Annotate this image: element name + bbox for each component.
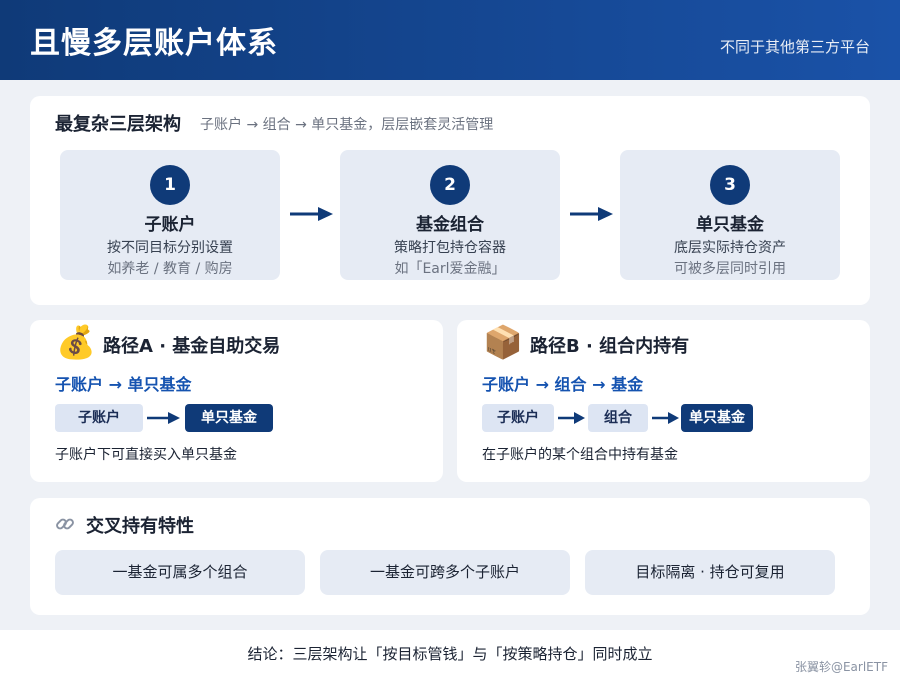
route-note: 在子账户的某个组合中持有基金 <box>482 447 678 463</box>
route-title: 路径A · 基金自助交易 <box>103 336 281 357</box>
layer-number-badge: 2 <box>430 165 470 205</box>
architecture-title: 最复杂三层架构 <box>55 114 181 135</box>
page-title: 且慢多层账户体系 <box>30 26 278 61</box>
layer-card-subaccount: 1 子账户 按不同目标分别设置 如养老 / 教育 / 购房 <box>60 150 280 280</box>
route-chain: 子账户 → 组合 → 基金 <box>482 375 644 394</box>
footer-bar: 结论：三层架构让「按目标管钱」与「按策略持仓」同时成立 张翼轸@EarlETF <box>0 630 900 675</box>
page-subtitle: 不同于其他第三方平台 <box>719 38 870 56</box>
layer-card-portfolio: 2 基金组合 策略打包持仓容器 如「Earl爱金融」 <box>340 150 560 280</box>
route-title: 路径B · 组合内持有 <box>530 336 690 357</box>
layer-example: 如「Earl爱金融」 <box>394 261 506 277</box>
conclusion-text: 结论：三层架构让「按目标管钱」与「按策略持仓」同时成立 <box>247 645 653 663</box>
step-subaccount: 子账户 <box>482 404 554 432</box>
arrow-right-icon <box>147 412 180 424</box>
author-watermark: 张翼轸@EarlETF <box>794 660 888 674</box>
layer-name: 单只基金 <box>696 215 764 235</box>
architecture-card: 最复杂三层架构 子账户 → 组合 → 单只基金，层层嵌套灵活管理 1 子账户 按… <box>30 96 870 305</box>
link-icon <box>56 518 74 530</box>
money-bag-icon: 💰 <box>56 323 96 361</box>
layer-example: 如养老 / 教育 / 购房 <box>107 261 233 277</box>
layer-name: 基金组合 <box>416 215 484 235</box>
cross-holding-card: 交叉持有特性 一基金可属多个组合 一基金可跨多个子账户 目标隔离 · 持仓可复用 <box>30 498 870 615</box>
layer-number-badge: 3 <box>710 165 750 205</box>
cross-holding-title: 交叉持有特性 <box>86 516 194 537</box>
arrow-right-icon <box>558 412 585 424</box>
feature-isolation-reuse: 目标隔离 · 持仓可复用 <box>585 550 835 595</box>
layer-description: 策略打包持仓容器 <box>394 240 506 256</box>
step-subaccount: 子账户 <box>55 404 143 432</box>
step-fund: 单只基金 <box>681 404 753 432</box>
step-fund: 单只基金 <box>185 404 273 432</box>
layer-description: 底层实际持仓资产 <box>674 240 786 256</box>
feature-multi-portfolio: 一基金可属多个组合 <box>55 550 305 595</box>
layer-number-badge: 1 <box>150 165 190 205</box>
step-portfolio: 组合 <box>588 404 648 432</box>
header-banner: 且慢多层账户体系 不同于其他第三方平台 <box>0 0 900 80</box>
layer-name: 子账户 <box>144 215 196 235</box>
layer-example: 可被多层同时引用 <box>674 261 786 277</box>
route-note: 子账户下可直接买入单只基金 <box>55 447 237 463</box>
feature-multi-subaccount: 一基金可跨多个子账户 <box>320 550 570 595</box>
architecture-subtitle: 子账户 → 组合 → 单只基金，层层嵌套灵活管理 <box>200 117 494 133</box>
route-b-card: 📦 路径B · 组合内持有 子账户 → 组合 → 基金 子账户 组合 单只基金 … <box>457 320 870 482</box>
route-a-card: 💰 路径A · 基金自助交易 子账户 → 单只基金 子账户 单只基金 子账户下可… <box>30 320 443 482</box>
arrow-right-icon <box>290 207 333 221</box>
layer-card-fund: 3 单只基金 底层实际持仓资产 可被多层同时引用 <box>620 150 840 280</box>
package-icon: 📦 <box>483 323 523 361</box>
route-chain: 子账户 → 单只基金 <box>55 375 192 394</box>
arrow-right-icon <box>652 412 679 424</box>
layer-description: 按不同目标分别设置 <box>107 240 233 256</box>
arrow-right-icon <box>570 207 613 221</box>
